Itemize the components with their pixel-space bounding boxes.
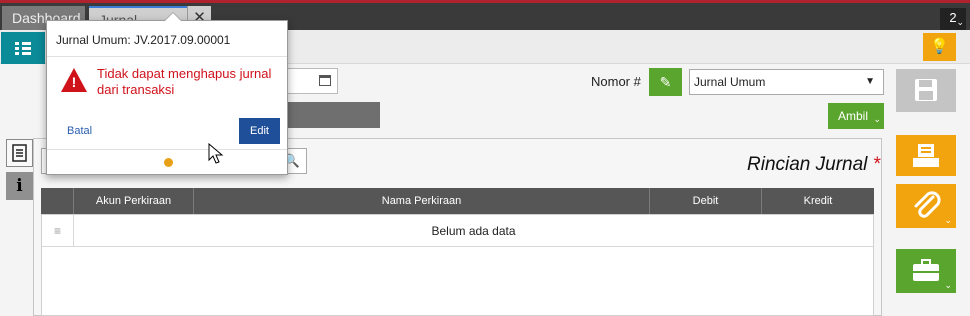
open-windows-count[interactable]: 2 ⌄ bbox=[940, 8, 966, 30]
attachment-button[interactable]: ⌄ bbox=[896, 184, 956, 228]
column-header-debit[interactable]: Debit bbox=[649, 188, 761, 214]
chevron-down-icon: ⌄ bbox=[956, 17, 964, 27]
lightbulb-icon: 💡 bbox=[930, 38, 949, 55]
required-mark: * bbox=[872, 154, 881, 175]
list-menu-button[interactable] bbox=[1, 32, 45, 64]
toolbox-button[interactable]: ⌄ bbox=[896, 249, 956, 293]
popover-divider bbox=[47, 56, 287, 57]
empty-table-text: Belum ada data bbox=[431, 224, 516, 238]
pencil-icon: ✎ bbox=[659, 74, 672, 90]
popover-title: Jurnal Umum: JV.2017.09.00001 bbox=[56, 33, 231, 47]
chevron-down-icon: ⌄ bbox=[944, 280, 952, 290]
jenis-jurnal-select[interactable]: Jurnal Umum ▼ bbox=[689, 69, 884, 95]
save-button[interactable] bbox=[896, 69, 956, 112]
list-icon-line bbox=[15, 42, 31, 45]
list-icon-line bbox=[15, 47, 31, 50]
list-icon-line bbox=[15, 52, 31, 55]
table-body: ≡ Belum ada data bbox=[41, 214, 874, 316]
row-drag-handle-icon[interactable]: ≡ bbox=[42, 215, 74, 247]
loading-dot-icon bbox=[164, 158, 173, 167]
side-tab-detail[interactable] bbox=[6, 139, 33, 167]
popover-divider bbox=[47, 149, 287, 150]
lightbulb-button[interactable]: 💡 bbox=[923, 33, 956, 61]
readonly-field bbox=[282, 102, 380, 128]
chevron-down-icon: ⌄ bbox=[873, 114, 881, 124]
document-list-icon bbox=[12, 144, 27, 162]
column-header-nama[interactable]: Nama Perkiraan bbox=[193, 188, 649, 214]
ambil-label: Ambil bbox=[838, 109, 869, 123]
column-header-handle bbox=[41, 188, 73, 214]
list-icon-gap bbox=[19, 52, 22, 55]
popover-caret bbox=[164, 12, 182, 21]
print-button[interactable] bbox=[896, 135, 956, 176]
mouse-cursor-icon bbox=[208, 143, 224, 164]
column-header-akun[interactable]: Akun Perkiraan bbox=[73, 188, 193, 214]
list-icon-gap bbox=[19, 42, 22, 45]
table-header: Akun Perkiraan Nama Perkiraan Debit Kred… bbox=[41, 188, 874, 214]
save-icon bbox=[915, 79, 937, 101]
delete-error-popover: Jurnal Umum: JV.2017.09.00001 ! Tidak da… bbox=[46, 12, 288, 175]
edit-button[interactable]: Edit bbox=[239, 118, 280, 144]
info-icon: i bbox=[16, 176, 23, 196]
ambil-button[interactable]: Ambil ⌄ bbox=[828, 103, 884, 129]
chevron-down-icon: ⌄ bbox=[944, 215, 952, 225]
calendar-icon[interactable] bbox=[319, 75, 331, 86]
popover-message: Tidak dapat menghapus jurnal dari transa… bbox=[97, 66, 272, 97]
warning-icon-mark: ! bbox=[71, 74, 77, 90]
column-header-kredit[interactable]: Kredit bbox=[761, 188, 874, 214]
panel-title: Rincian Jurnal * bbox=[747, 154, 880, 176]
nomor-label: Nomor # bbox=[591, 74, 641, 89]
dropdown-arrow-icon: ▼ bbox=[865, 76, 875, 87]
date-field[interactable] bbox=[280, 68, 338, 94]
side-tab-info[interactable]: i bbox=[6, 172, 33, 200]
table-row: ≡ Belum ada data bbox=[42, 215, 873, 247]
cancel-link[interactable]: Batal bbox=[67, 125, 92, 137]
panel-title-text: Rincian Jurnal bbox=[747, 154, 868, 175]
print-icon bbox=[913, 144, 939, 167]
edit-nomor-button[interactable]: ✎ bbox=[649, 68, 682, 96]
jenis-jurnal-value: Jurnal Umum bbox=[694, 75, 766, 89]
list-icon-gap bbox=[19, 47, 22, 50]
